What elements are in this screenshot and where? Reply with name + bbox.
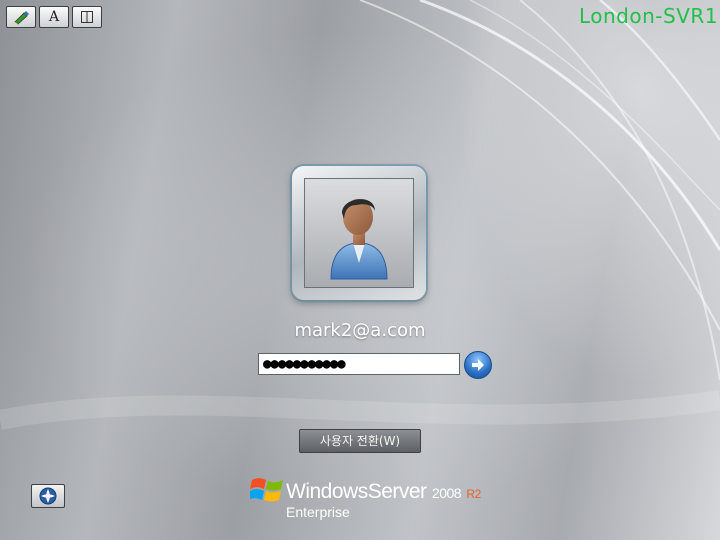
font-a-glyph: A bbox=[48, 9, 60, 25]
submit-login-button[interactable] bbox=[464, 351, 492, 379]
arrow-right-icon bbox=[472, 359, 484, 371]
ease-of-access-icon bbox=[39, 487, 57, 505]
windows-server-logo: WindowsServer 2008 R2 Enterprise bbox=[250, 474, 481, 520]
user-avatar-icon bbox=[330, 199, 388, 280]
windows-flag-icon bbox=[250, 478, 283, 502]
user-tile[interactable] bbox=[292, 166, 426, 300]
server-name-label: London-SVR1 bbox=[578, 4, 718, 28]
logo-server-text: Server bbox=[367, 480, 427, 503]
split-panel-icon[interactable] bbox=[72, 6, 102, 28]
logo-year-text: 2008 bbox=[431, 485, 462, 501]
switch-user-button[interactable]: 사용자 전환(W) bbox=[299, 429, 421, 453]
username-label: mark2@a.com bbox=[294, 320, 426, 341]
password-field[interactable] bbox=[258, 353, 460, 375]
logo-windows-text: Windows bbox=[286, 480, 368, 503]
user-avatar-frame bbox=[304, 178, 414, 288]
ease-of-access-button[interactable] bbox=[31, 484, 65, 508]
logo-edition-text: Enterprise bbox=[286, 504, 350, 520]
ease-of-access-pen-icon[interactable] bbox=[6, 6, 36, 28]
logo-release-text: R2 bbox=[466, 487, 481, 501]
windows-server-wordmark: WindowsServer 2008 R2 bbox=[286, 480, 481, 504]
font-a-icon[interactable]: A bbox=[39, 6, 69, 28]
top-toolbar: A bbox=[6, 6, 102, 28]
